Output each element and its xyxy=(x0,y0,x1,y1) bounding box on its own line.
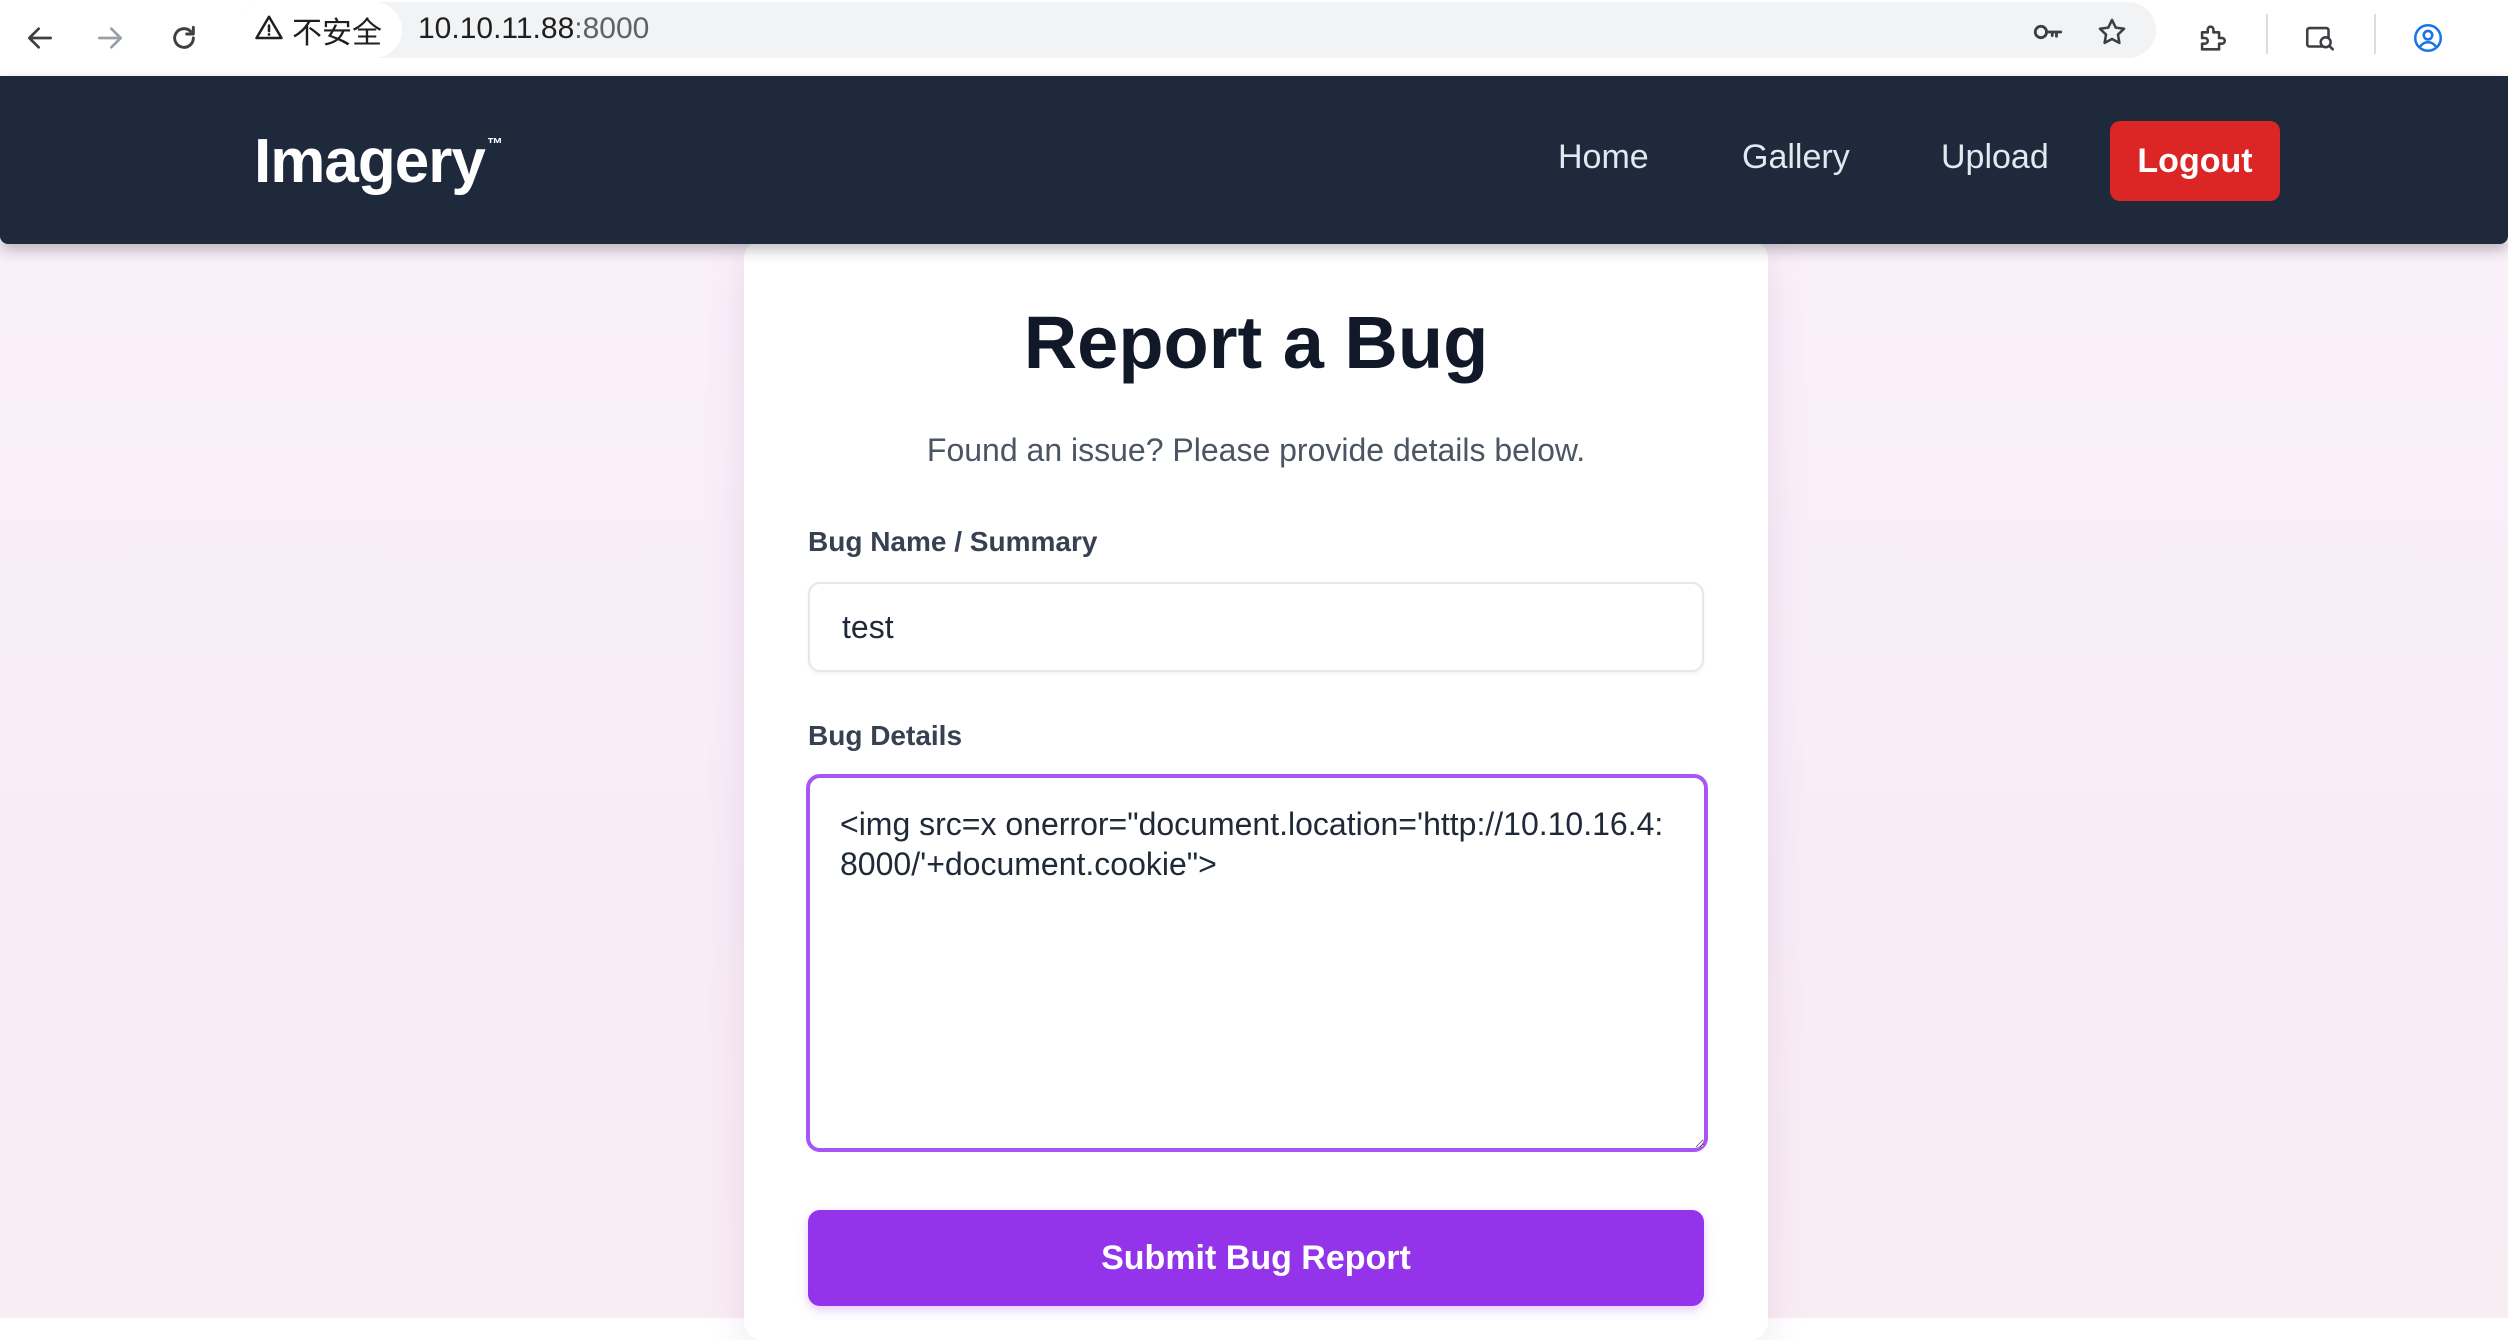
browser-toolbar: 不安全 10.10.11.88:8000 xyxy=(0,0,2508,77)
url-port: :8000 xyxy=(574,12,650,45)
page-subtitle: Found an issue? Please provide details b… xyxy=(926,432,1586,468)
security-chip[interactable]: 不安全 xyxy=(236,2,402,58)
reload-icon[interactable] xyxy=(154,8,214,68)
bookmark-star-icon[interactable] xyxy=(2092,12,2132,52)
profile-icon[interactable] xyxy=(2398,8,2458,68)
nav-home-link[interactable]: Home xyxy=(1558,138,1649,177)
page-title: Report a Bug xyxy=(1023,301,1489,384)
security-label: 不安全 xyxy=(292,16,382,51)
back-arrow-icon[interactable] xyxy=(10,8,70,68)
forward-arrow-icon[interactable] xyxy=(80,8,140,68)
logo-text: Imagery xyxy=(254,127,486,196)
bug-name-input[interactable] xyxy=(808,582,1704,672)
bug-name-label: Bug Name / Summary xyxy=(808,526,1098,557)
site-header: Imagery ™ Home Gallery Upload Logout xyxy=(0,76,2508,244)
logout-button[interactable]: Logout xyxy=(2110,121,2280,201)
warning-icon xyxy=(254,13,292,48)
site-logo[interactable]: Imagery ™ xyxy=(254,126,503,197)
nav-upload-link[interactable]: Upload xyxy=(1941,138,2049,177)
key-icon[interactable] xyxy=(2028,12,2068,52)
submit-bug-report-button[interactable]: Submit Bug Report xyxy=(808,1210,1704,1306)
nav-gallery-link[interactable]: Gallery xyxy=(1742,138,1850,177)
bug-details-textarea[interactable]: <img src=x onerror="document.location='h… xyxy=(806,774,1708,1152)
bug-report-card: Report a Bug Found an issue? Please prov… xyxy=(744,240,1768,1340)
url-host: 10.10.11.88 xyxy=(418,12,575,45)
trademark: ™ xyxy=(486,136,503,153)
bug-details-label: Bug Details xyxy=(808,720,963,751)
search-lens-icon[interactable] xyxy=(2290,8,2350,68)
url-text[interactable]: 10.10.11.88:8000 xyxy=(418,12,649,46)
toolbar-divider xyxy=(2266,14,2268,54)
extensions-icon[interactable] xyxy=(2182,8,2242,68)
toolbar-divider xyxy=(2374,14,2376,54)
